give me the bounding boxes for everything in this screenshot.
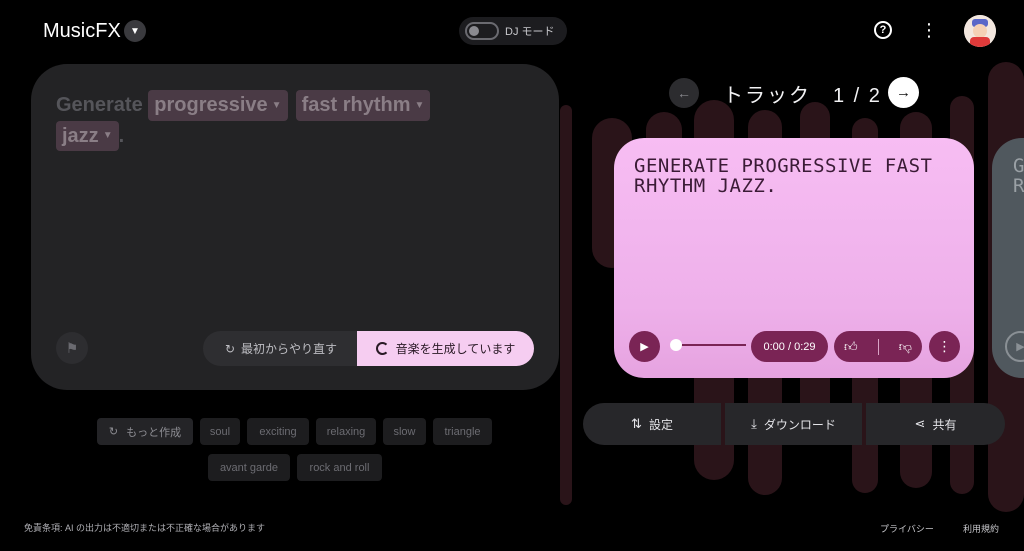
chevron-down-icon: ▼ (130, 25, 140, 37)
track-counter: トラック 1 / 2 (723, 85, 882, 107)
suggestion-chip[interactable]: soul (200, 418, 240, 445)
suggestion-chip[interactable]: avant garde (208, 454, 290, 481)
download-icon: ⤓ (751, 416, 757, 431)
suggestion-chip[interactable]: rock and roll (297, 454, 382, 481)
avatar[interactable] (964, 15, 996, 47)
prompt-chip[interactable]: progressive ▼ (148, 90, 288, 121)
restart-button[interactable]: ↻ 最初からやり直す (203, 331, 359, 366)
dj-mode-label: DJ モード (505, 26, 555, 38)
disclaimer: 免責条項: AI の出力は不適切または不正確な場合があります (24, 523, 266, 533)
divider (877, 338, 879, 355)
thumbs-down-icon[interactable]: 👎︎ (899, 339, 912, 355)
peek-track-title: GR (1013, 155, 1024, 197)
previous-track-button[interactable]: ← (669, 78, 699, 108)
caret-down-icon: ▼ (414, 99, 425, 111)
prompt-text[interactable]: Generate progressive ▼ fast rhythm ▼ jazz ▼. (56, 90, 536, 152)
more-vert-icon[interactable]: ⋮ (920, 20, 938, 40)
flag-icon: ⚑ (65, 339, 79, 356)
suggestion-chip[interactable]: exciting (247, 418, 309, 445)
prompt-chip[interactable]: fast rhythm ▼ (295, 90, 431, 121)
privacy-link[interactable]: プライバシー (880, 522, 934, 535)
download-button[interactable]: ⤓ ダウンロード (725, 403, 862, 445)
share-button[interactable]: ⋖ 共有 (866, 403, 1005, 445)
arrow-left-icon: ← (677, 85, 691, 101)
flag-button[interactable]: ⚑ (56, 332, 88, 364)
terms-link[interactable]: 利用規約 (963, 522, 999, 535)
time-display: 0:00 / 0:29 (751, 331, 828, 362)
suggestion-chip[interactable]: triangle (433, 418, 492, 445)
track-more-icon[interactable]: ⋮ (929, 331, 960, 362)
app-title: MusicFX (43, 20, 121, 42)
suggestion-chip[interactable]: slow (383, 418, 426, 445)
prompt-trail: . (118, 124, 125, 147)
refresh-icon: ↻ (224, 341, 236, 356)
prompt-lead: Generate (56, 94, 143, 116)
toggle-switch[interactable] (465, 22, 499, 40)
seek-handle[interactable] (670, 339, 682, 351)
loading-spinner-icon (375, 342, 389, 355)
play-button[interactable]: ▶ (629, 331, 660, 362)
arrow-right-icon: → (896, 84, 911, 101)
prompt-chip[interactable]: jazz ▼ (56, 120, 119, 152)
next-track-button[interactable]: → (888, 77, 919, 108)
tune-icon: ⇅ (631, 416, 642, 431)
rating-group: 👍︎ 👎︎ (834, 331, 922, 362)
play-icon: ▶ (640, 341, 649, 353)
wave-bar (560, 105, 572, 505)
more-button[interactable]: ↻ もっと作成 (97, 418, 193, 445)
avatar-image (964, 15, 996, 47)
caret-down-icon: ▼ (102, 130, 113, 142)
generate-button[interactable]: 音楽を生成しています (357, 331, 534, 366)
dj-mode-toggle[interactable]: DJ モード (459, 17, 567, 45)
refresh-icon: ↻ (108, 426, 119, 438)
track-title: GENERATE PROGRESSIVE FAST RHYTHM JAZZ. (634, 155, 933, 197)
help-icon[interactable]: ? (874, 21, 892, 39)
settings-button[interactable]: ⇅ 設定 (583, 403, 721, 445)
thumbs-up-icon[interactable]: 👍︎ (844, 339, 858, 355)
share-icon: ⋖ (914, 416, 926, 431)
suggestion-chip[interactable]: relaxing (316, 418, 376, 445)
caret-down-icon: ▼ (271, 99, 282, 111)
app-switcher-dropdown[interactable]: ▼ (124, 20, 146, 42)
